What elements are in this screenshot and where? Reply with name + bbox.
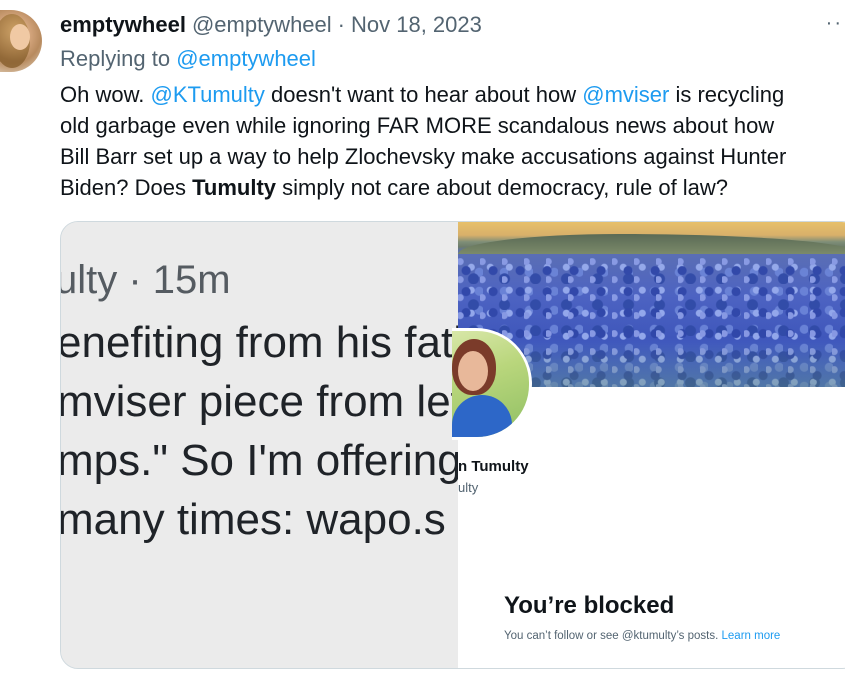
- mention-mviser-link[interactable]: @mviser: [582, 82, 669, 107]
- blocked-description: You can’t follow or see @ktumulty’s post…: [504, 628, 804, 645]
- profile-name: n Tumulty: [458, 458, 529, 475]
- mention-ktumulty-link[interactable]: @KTumulty: [150, 82, 264, 107]
- replying-prefix: Replying to: [60, 46, 177, 71]
- avatar-face: [458, 351, 488, 391]
- header-separator: ·: [337, 12, 345, 37]
- blocked-text: You can’t follow or see @ktumulty’s post…: [504, 630, 722, 642]
- replying-handle-link[interactable]: @emptywheel: [176, 46, 316, 71]
- tweet-text: Oh wow.: [60, 82, 151, 107]
- zoomed-tweet-line-4: many times: wapo.s: [61, 495, 446, 544]
- tweet-body: Oh wow. @KTumulty doesn't want to hear a…: [60, 79, 845, 203]
- tweet-bold-text: Tumulty: [192, 175, 277, 200]
- zoomed-tweet-header: ulty · 15m: [61, 258, 231, 302]
- tweet-text: Biden? Does: [60, 175, 193, 200]
- tweet-text: doesn't want to hear about how: [264, 82, 583, 107]
- more-icon[interactable]: ··: [826, 12, 843, 35]
- zoomed-tweet-line-3: mps." So I'm offering: [61, 436, 461, 485]
- replying-to: Replying to @emptywheel: [60, 46, 316, 72]
- attached-image[interactable]: ulty · 15m enefiting from his fatl mvise…: [60, 221, 845, 669]
- tweet-date[interactable]: Nov 18, 2023: [351, 12, 482, 38]
- author-avatar[interactable]: [0, 10, 42, 72]
- author-handle[interactable]: @emptywheel: [192, 12, 332, 38]
- tweet-body-line-2: old garbage even while ignoring FAR MORE…: [60, 113, 775, 138]
- profile-avatar-image: [452, 331, 529, 437]
- learn-more-link[interactable]: Learn more: [722, 630, 781, 642]
- banner-hills: [458, 234, 845, 254]
- zoomed-tweet-line-1: enefiting from his fatl: [61, 318, 461, 367]
- blocked-title: You’re blocked: [504, 592, 675, 619]
- tweet-text: simply not care about democracy, rule of…: [276, 175, 729, 200]
- tweet-body-line-1: Oh wow. @KTumulty doesn't want to hear a…: [60, 79, 845, 110]
- blocked-profile-screenshot: n Tumulty ulty You’re blocked You can’t …: [452, 222, 845, 668]
- avatar-shirt: [452, 395, 512, 437]
- avatar-face: [10, 24, 30, 50]
- author-name[interactable]: emptywheel: [60, 12, 186, 38]
- zoomed-tweet-line-2: mviser piece from lef: [61, 377, 461, 426]
- tweet-header: emptywheel @emptywheel · Nov 18, 2023 ··: [60, 12, 845, 42]
- zoomed-tweet-screenshot: ulty · 15m enefiting from his fatl mvise…: [61, 222, 461, 668]
- tweet-body-line-4: Biden? Does Tumulty simply not care abou…: [60, 172, 845, 203]
- tweet-text: is recycling: [669, 82, 785, 107]
- profile-handle: ulty: [458, 480, 479, 495]
- tweet-body-line-3: Bill Barr set up a way to help Zlochevsk…: [60, 144, 787, 169]
